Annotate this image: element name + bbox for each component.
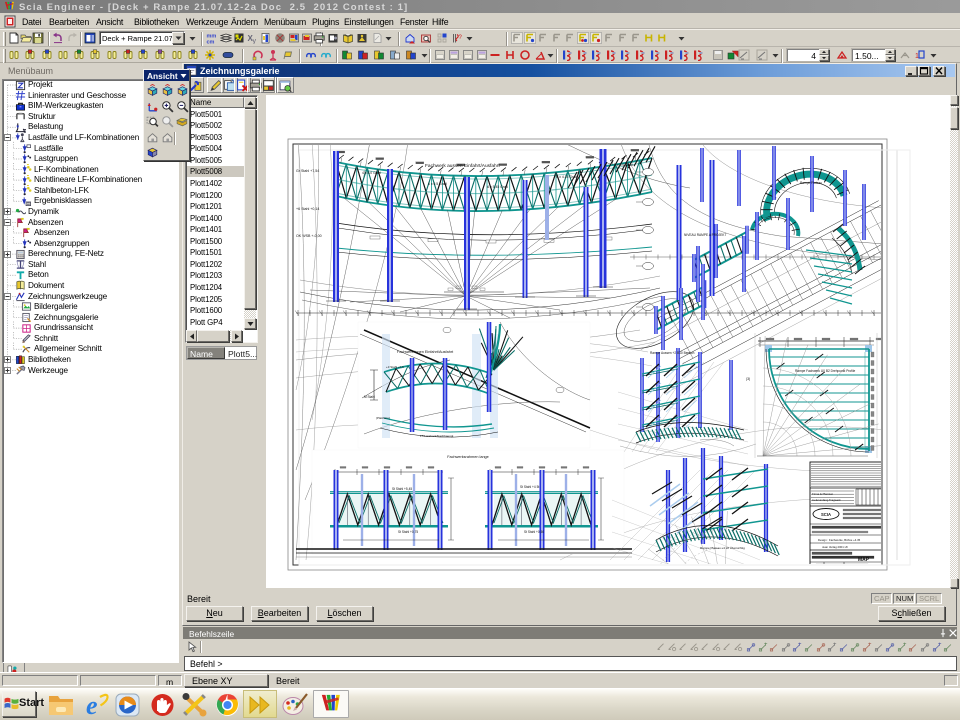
svg-text:Rampe Plateau +4 x8 Übersichti: Rampe Plateau +4 x8 Übersichtig <box>700 546 745 550</box>
svg-text:St Stahl +4 5t: St Stahl +4 5t <box>520 485 539 489</box>
svg-text:M Stahl: M Stahl <box>364 395 375 399</box>
svg-text:Firma & Planstat: Firma & Planstat <box>812 492 833 496</box>
svg-text:Rampe Plateau: Rampe Plateau <box>800 181 822 185</box>
svg-text:+3 Stahl +0,5: +3 Stahl +0,5 <box>386 365 404 369</box>
svg-text:4 x 5.0 Grad: 4 x 5.0 Grad <box>362 171 381 175</box>
svg-text:Fachwerk aussen Einfahrt/Ausfa: Fachwerk aussen Einfahrt/Ausfahrt <box>425 163 500 169</box>
svg-text:Rampe Aussen +2 B10 Bereich: Rampe Aussen +2 B10 Bereich <box>650 351 695 355</box>
svg-text:NIVEAU RAMPE A PROJEKT: NIVEAU RAMPE A PROJEKT <box>684 233 726 237</box>
svg-text:OK WSB +-0,00: OK WSB +-0,00 <box>296 234 322 238</box>
svg-text:+6 Stahl +0,14: +6 Stahl +0,14 <box>296 207 319 211</box>
svg-text:SCIA: SCIA <box>821 512 831 517</box>
svg-text:Lieferumfang Tragwerk: Lieferumfang Tragwerk <box>812 498 841 502</box>
svg-text:A x 5,45 Grad: A x 5,45 Grad <box>487 185 508 189</box>
svg-text:St Stahl +0,50: St Stahl +0,50 <box>524 530 544 534</box>
svg-text:e: e <box>86 692 98 718</box>
svg-text:Gr Stahl +7,54: Gr Stahl +7,54 <box>296 169 319 173</box>
svg-text:17/Lorahook/Fachhaengt: 17/Lorahook/Fachhaengt <box>420 434 454 438</box>
svg-text:Jean Verlag 2001 x8: Jean Verlag 2001 x8 <box>822 545 848 549</box>
svg-text:(3): (3) <box>746 377 750 381</box>
svg-text:6 x 6 5 Grad: 6 x 6 5 Grad <box>428 182 447 186</box>
svg-text:St Stahl +5,45: St Stahl +5,45 <box>392 487 412 491</box>
svg-text:Fachwerksrahmen lange: Fachwerksrahmen lange <box>447 455 489 459</box>
svg-text:(Plattform): (Plattform) <box>376 416 390 420</box>
svg-text:Rampe Fachwerk U0 B2 Drehpunkt: Rampe Fachwerk U0 B2 Drehpunkt Profile <box>795 369 855 373</box>
svg-text:Design : Fachwerke, Bühne +4.3: Design : Fachwerke, Bühne +4.35 <box>818 538 861 542</box>
svg-text:Fachwerk innen Einfahrt/Ausfah: Fachwerk innen Einfahrt/Ausfahrt <box>397 350 454 354</box>
svg-text:St Stahl +0,75: St Stahl +0,75 <box>398 530 418 534</box>
